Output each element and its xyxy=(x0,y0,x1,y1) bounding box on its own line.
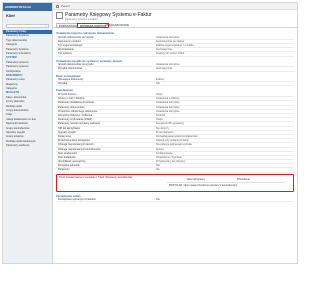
setting-label: Parametry dokumentów xyxy=(58,105,85,109)
section-title: Ustawienia wysyłki do systemu / wymiany … xyxy=(56,58,123,63)
setting-value[interactable]: Opcja xyxy=(156,93,294,96)
setting-value[interactable]: Nie (jeżeli NIP wystawcy) xyxy=(156,122,294,125)
setting-label: Przechowuj dane dostępowe xyxy=(58,139,90,143)
setting-row: Typ systemu Krajowy lub system KSeF xyxy=(56,52,294,57)
setting-value[interactable]: Tak xyxy=(156,82,294,85)
setting-value[interactable]: Zarządzaj parametrami kontrahentów xyxy=(156,135,294,138)
setting-label: Pole dodatkowe xyxy=(58,155,76,159)
setting-value[interactable]: Automatycznie xyxy=(156,48,294,51)
setting-label: Sygnały wysyłki xyxy=(58,130,76,134)
settings-content: Ustawienia importu / eksportu dokumentów… xyxy=(53,28,297,203)
setting-value[interactable]: Ustawienia domyślne xyxy=(156,110,294,113)
setting-label: Dodaj nowy xyxy=(58,134,72,138)
setting-label: Parametry rekordu wymiany podmiotu xyxy=(58,122,101,126)
setting-value[interactable]: Uzupełnione / Symbole xyxy=(156,156,294,159)
setting-label: Stan wiadomości xyxy=(58,151,77,155)
setting-label: Obsługa niepoprawnych danych xyxy=(58,143,94,147)
setting-label: Identyfikator wewnętrzny xyxy=(58,160,86,164)
setting-label: Sposób dokumentów do importu xyxy=(58,35,94,39)
sidebar-user-name: Klief xyxy=(6,13,15,18)
sidebar-item[interactable]: Parametry ewidencji xyxy=(3,144,52,148)
setting-value[interactable]: Krajowy lub system KSeF xyxy=(156,52,294,55)
setting-label: Parametry xyxy=(58,168,70,172)
section-title: Zarządzanie zmian xyxy=(56,193,81,198)
page-header: Parametry Księgowy Systemu e-Faktur Para… xyxy=(53,10,297,22)
search-icon[interactable]: ⌕ xyxy=(45,24,47,28)
setting-value[interactable]: Nie dotyczy xyxy=(156,127,294,130)
setting-label: Zarządzanie wybranymi zmianami xyxy=(58,198,96,202)
setting-label: Przestrzeń odbiorczego dokumentu xyxy=(58,109,98,113)
setting-value[interactable]: Tak xyxy=(156,164,294,167)
setting-value[interactable]: Ustawienia domyślne xyxy=(156,36,294,39)
setting-value[interactable]: Ustawienia domyślne xyxy=(156,101,294,104)
setting-label: Wyszukiwanie xyxy=(58,48,74,52)
setting-label: Wysyłka dokumentów xyxy=(58,67,83,71)
top-bar: Parent xyxy=(53,3,297,10)
section-title: Dane szczegółowe xyxy=(56,73,81,78)
main-panel: Parent Parametry Księgowy Systemu e-Fakt… xyxy=(53,3,297,263)
sidebar: ADMINISTRACJA Klief ... ⌕ Parametry Firm… xyxy=(3,3,53,263)
setting-value[interactable]: Ustawienia domyślne xyxy=(156,63,294,66)
setting-label: Domyślne jednostki xyxy=(58,164,80,168)
setting-value[interactable]: Tak xyxy=(156,198,294,201)
setting-label: Adresy e-mail / Telefony xyxy=(58,97,85,101)
setting-value[interactable]: Faktura wygenerowana z e-Faktur xyxy=(156,44,294,47)
setting-label: Typ systemu xyxy=(58,52,73,56)
highlighted-setting-value-1[interactable]: Nieuruchomiony xyxy=(187,178,205,181)
setting-value[interactable]: Przypisywany do nabywcy xyxy=(156,160,294,163)
app-window: ADMINISTRACJA Klief ... ⌕ Parametry Firm… xyxy=(2,2,298,264)
section-title: Ustawienia importu / eksportu dokumentów xyxy=(56,31,114,35)
setting-value[interactable]: Faktury xyxy=(156,78,294,81)
setting-label: Parametry dodatkowych kontrah. xyxy=(58,101,95,105)
setting-value[interactable]: Konfigurowane xyxy=(156,152,294,155)
setting-row: Wysyłka Tak xyxy=(56,82,294,87)
setting-label: Przycisk importu xyxy=(58,93,77,97)
setting-row: Wysyłka dokumentów Automatycznie xyxy=(56,67,294,72)
sidebar-search-input[interactable]: ⌕ xyxy=(6,24,49,28)
setting-label: Typ wygenerowanego xyxy=(58,43,83,47)
sidebar-header: ADMINISTRACJA xyxy=(3,3,52,11)
highlighted-setting-value-3[interactable]: PRZYKŁAD: Opis nowej przestrzeni wymiany… xyxy=(169,184,237,187)
setting-value[interactable]: Ustawienia domyślne xyxy=(156,106,294,109)
setting-label: Domyślny Nabywca / Odbiorca xyxy=(58,114,93,117)
setting-value[interactable]: Ignoruj xyxy=(156,148,294,151)
page-icon xyxy=(56,12,63,19)
highlighted-setting-value-2[interactable]: Pozwolenie xyxy=(237,178,250,181)
setting-row: Parametry Nie xyxy=(56,168,294,173)
page-subtitle: Parametry systemu e-Faktur xyxy=(65,17,98,21)
setting-label: Oferowane dokumenty xyxy=(58,78,84,82)
setting-label: Parametry szyfrowania (KSEF) xyxy=(58,118,93,122)
tab-advanced[interactable]: ZAAWANSOWANE xyxy=(103,23,131,28)
highlighted-setting: Treść przekazywana w wymianie z KSeF (Pa… xyxy=(56,173,294,192)
sidebar-menu: Parametry Firmy Parametry Systemu Typy dok… xyxy=(3,30,52,149)
setting-label: Wysyłka xyxy=(58,82,68,86)
setting-label: NIP lub identyfikator xyxy=(58,126,81,130)
sidebar-user-subtitle: ... xyxy=(6,19,9,22)
setting-value[interactable]: Ustawienia e-Faktury xyxy=(156,97,294,100)
setting-value[interactable]: Automatycznie po zapisie xyxy=(156,40,294,43)
breadcrumb[interactable]: Parent xyxy=(61,4,70,8)
setting-label: Sposób dokumentów do wysyłki xyxy=(58,63,94,67)
setting-value[interactable]: Nie pobieraj pobranego wydruku xyxy=(156,143,294,146)
setting-value[interactable]: Nie xyxy=(156,168,294,171)
setting-value[interactable]: Zapisuj przy ostatniej zmianie xyxy=(156,139,294,142)
setting-value[interactable]: Podmiot xyxy=(156,114,294,117)
setting-label: Dokumenty e-Faktur xyxy=(58,39,81,43)
setting-value[interactable]: Opcja xyxy=(156,118,294,121)
tab-bar: PODSTAWOWE WYMIANA DANYCH ZAAWANSOWANE xyxy=(53,22,297,28)
setting-value[interactable]: Automatycznie xyxy=(156,67,294,70)
setting-row: Zarządzanie wybranymi zmianami Tak xyxy=(56,198,294,203)
setting-label: Obsługa niepoprawnych kontrahentów xyxy=(58,147,101,151)
section-title: Podstawowe xyxy=(56,88,73,93)
highlighted-setting-label: Treść przekazywana w wymianie z KSeF (Pa… xyxy=(59,176,133,180)
home-icon[interactable] xyxy=(56,4,59,8)
setting-value[interactable]: Przed dekretem xyxy=(156,131,294,134)
